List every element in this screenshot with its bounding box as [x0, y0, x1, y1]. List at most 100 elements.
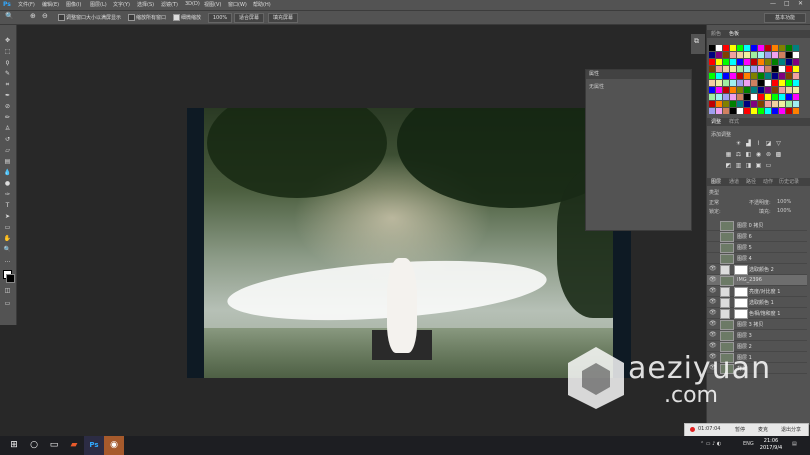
color-swatch[interactable]: [765, 59, 771, 65]
color-swatch[interactable]: [758, 52, 764, 58]
healing-tool-icon[interactable]: ⊘: [3, 103, 12, 110]
color-swatch[interactable]: [751, 45, 757, 51]
visibility-eye-icon[interactable]: 👁: [709, 277, 717, 283]
color-swatch[interactable]: [737, 108, 743, 114]
levels-icon[interactable]: ▟: [745, 140, 752, 147]
color-swatch[interactable]: [716, 94, 722, 100]
color-swatch[interactable]: [758, 59, 764, 65]
color-swatch[interactable]: [779, 101, 785, 107]
color-swatch[interactable]: [716, 108, 722, 114]
visibility-eye-icon[interactable]: 👁: [709, 332, 717, 338]
zoom-tool-side-icon[interactable]: 🔍: [3, 246, 12, 253]
color-swatch[interactable]: [779, 108, 785, 114]
tab-swatches[interactable]: 色板: [729, 30, 739, 38]
color-swatch[interactable]: [758, 66, 764, 72]
color-swatch[interactable]: [751, 80, 757, 86]
close-icon[interactable]: ✕: [798, 0, 803, 7]
color-swatch[interactable]: [751, 108, 757, 114]
color-swatch[interactable]: [716, 52, 722, 58]
path-select-tool-icon[interactable]: ➤: [3, 213, 12, 220]
color-swatch[interactable]: [765, 101, 771, 107]
color-swatch[interactable]: [709, 45, 715, 51]
menu-select[interactable]: 选择(S): [137, 1, 154, 8]
color-swatch[interactable]: [786, 66, 792, 72]
menu-type[interactable]: 文字(Y): [113, 1, 130, 8]
gradient-tool-icon[interactable]: ▤: [3, 158, 12, 165]
type-tool-icon[interactable]: T: [3, 202, 12, 209]
mic-button[interactable]: 麦克: [758, 426, 768, 433]
color-swatch[interactable]: [723, 73, 729, 79]
resize-windows-checkbox[interactable]: [58, 14, 65, 21]
tab-channels[interactable]: 通道: [729, 178, 739, 186]
color-swatch[interactable]: [779, 45, 785, 51]
fill-value[interactable]: 100%: [777, 208, 791, 215]
taskbar-clock[interactable]: 21:06 2017/9/4: [758, 438, 784, 452]
shape-tool-icon[interactable]: ▭: [3, 224, 12, 231]
selective-color-icon[interactable]: ▣: [755, 162, 762, 169]
minimize-icon[interactable]: —: [770, 0, 776, 7]
color-swatch[interactable]: [723, 80, 729, 86]
maximize-icon[interactable]: □: [784, 0, 790, 7]
exit-share-button[interactable]: 退出分享: [781, 426, 801, 433]
color-swatch[interactable]: [765, 80, 771, 86]
color-swatch[interactable]: [779, 59, 785, 65]
layer-mask-thumbnail[interactable]: [734, 287, 748, 297]
color-swatch[interactable]: [709, 73, 715, 79]
color-swatch[interactable]: [709, 80, 715, 86]
color-swatch[interactable]: [737, 52, 743, 58]
black-white-icon[interactable]: ◧: [745, 151, 752, 158]
color-swatch[interactable]: [709, 52, 715, 58]
color-swatch[interactable]: [744, 108, 750, 114]
crop-tool-icon[interactable]: ⌗: [3, 81, 12, 88]
layer-mask-thumbnail[interactable]: [734, 298, 748, 308]
color-swatch[interactable]: [730, 45, 736, 51]
visibility-eye-icon[interactable]: [709, 244, 716, 250]
color-swatch[interactable]: [772, 52, 778, 58]
color-swatch[interactable]: [744, 80, 750, 86]
color-swatch[interactable]: [779, 66, 785, 72]
layer-row[interactable]: 👁 图层 3 拷贝: [707, 319, 807, 330]
gradient-map-icon[interactable]: ▭: [765, 162, 772, 169]
color-swatch[interactable]: [737, 80, 743, 86]
layer-row[interactable]: 👁 图层 3: [707, 330, 807, 341]
eyedropper-tool-icon[interactable]: ✒: [3, 92, 12, 99]
zoom-all-checkbox[interactable]: [128, 14, 135, 21]
menu-layer[interactable]: 图层(L): [90, 1, 107, 8]
color-swatch[interactable]: [779, 87, 785, 93]
task-view-icon[interactable]: ▭: [44, 436, 64, 455]
color-swatch[interactable]: [744, 101, 750, 107]
color-swatch[interactable]: [758, 87, 764, 93]
color-swatch[interactable]: [723, 45, 729, 51]
color-swatch[interactable]: [744, 66, 750, 72]
dodge-tool-icon[interactable]: ●: [3, 180, 12, 187]
color-swatch[interactable]: [744, 45, 750, 51]
color-swatch[interactable]: [786, 73, 792, 79]
color-swatch[interactable]: [737, 73, 743, 79]
quick-mask-icon[interactable]: ◫: [3, 287, 12, 294]
zoom-in-icon[interactable]: ⊕: [30, 12, 36, 20]
visibility-eye-icon[interactable]: [709, 233, 716, 239]
color-swatch[interactable]: [709, 94, 715, 100]
visibility-eye-icon[interactable]: 👁: [709, 310, 717, 316]
color-swatch[interactable]: [765, 45, 771, 51]
color-swatch[interactable]: [723, 52, 729, 58]
menu-filter[interactable]: 滤镜(T): [161, 1, 178, 8]
brush-tool-icon[interactable]: ✏: [3, 114, 12, 121]
threshold-icon[interactable]: ◨: [745, 162, 752, 169]
color-swatch[interactable]: [793, 59, 799, 65]
color-swatch[interactable]: [730, 73, 736, 79]
properties-panel-title[interactable]: 属性: [586, 70, 691, 79]
color-swatch[interactable]: [793, 73, 799, 79]
lasso-tool-icon[interactable]: ϙ: [3, 59, 12, 66]
color-swatch[interactable]: [716, 101, 722, 107]
more-tools-icon[interactable]: …: [3, 257, 12, 264]
color-swatch[interactable]: [758, 45, 764, 51]
color-swatch[interactable]: [744, 59, 750, 65]
menu-window[interactable]: 窗口(W): [228, 1, 247, 8]
color-swatch[interactable]: [730, 80, 736, 86]
color-lookup-icon[interactable]: ▩: [775, 151, 782, 158]
exposure-icon[interactable]: ◪: [765, 140, 772, 147]
tab-adjustments[interactable]: 调整: [711, 118, 721, 126]
color-swatch[interactable]: [772, 66, 778, 72]
color-balance-icon[interactable]: ⚖: [735, 151, 742, 158]
